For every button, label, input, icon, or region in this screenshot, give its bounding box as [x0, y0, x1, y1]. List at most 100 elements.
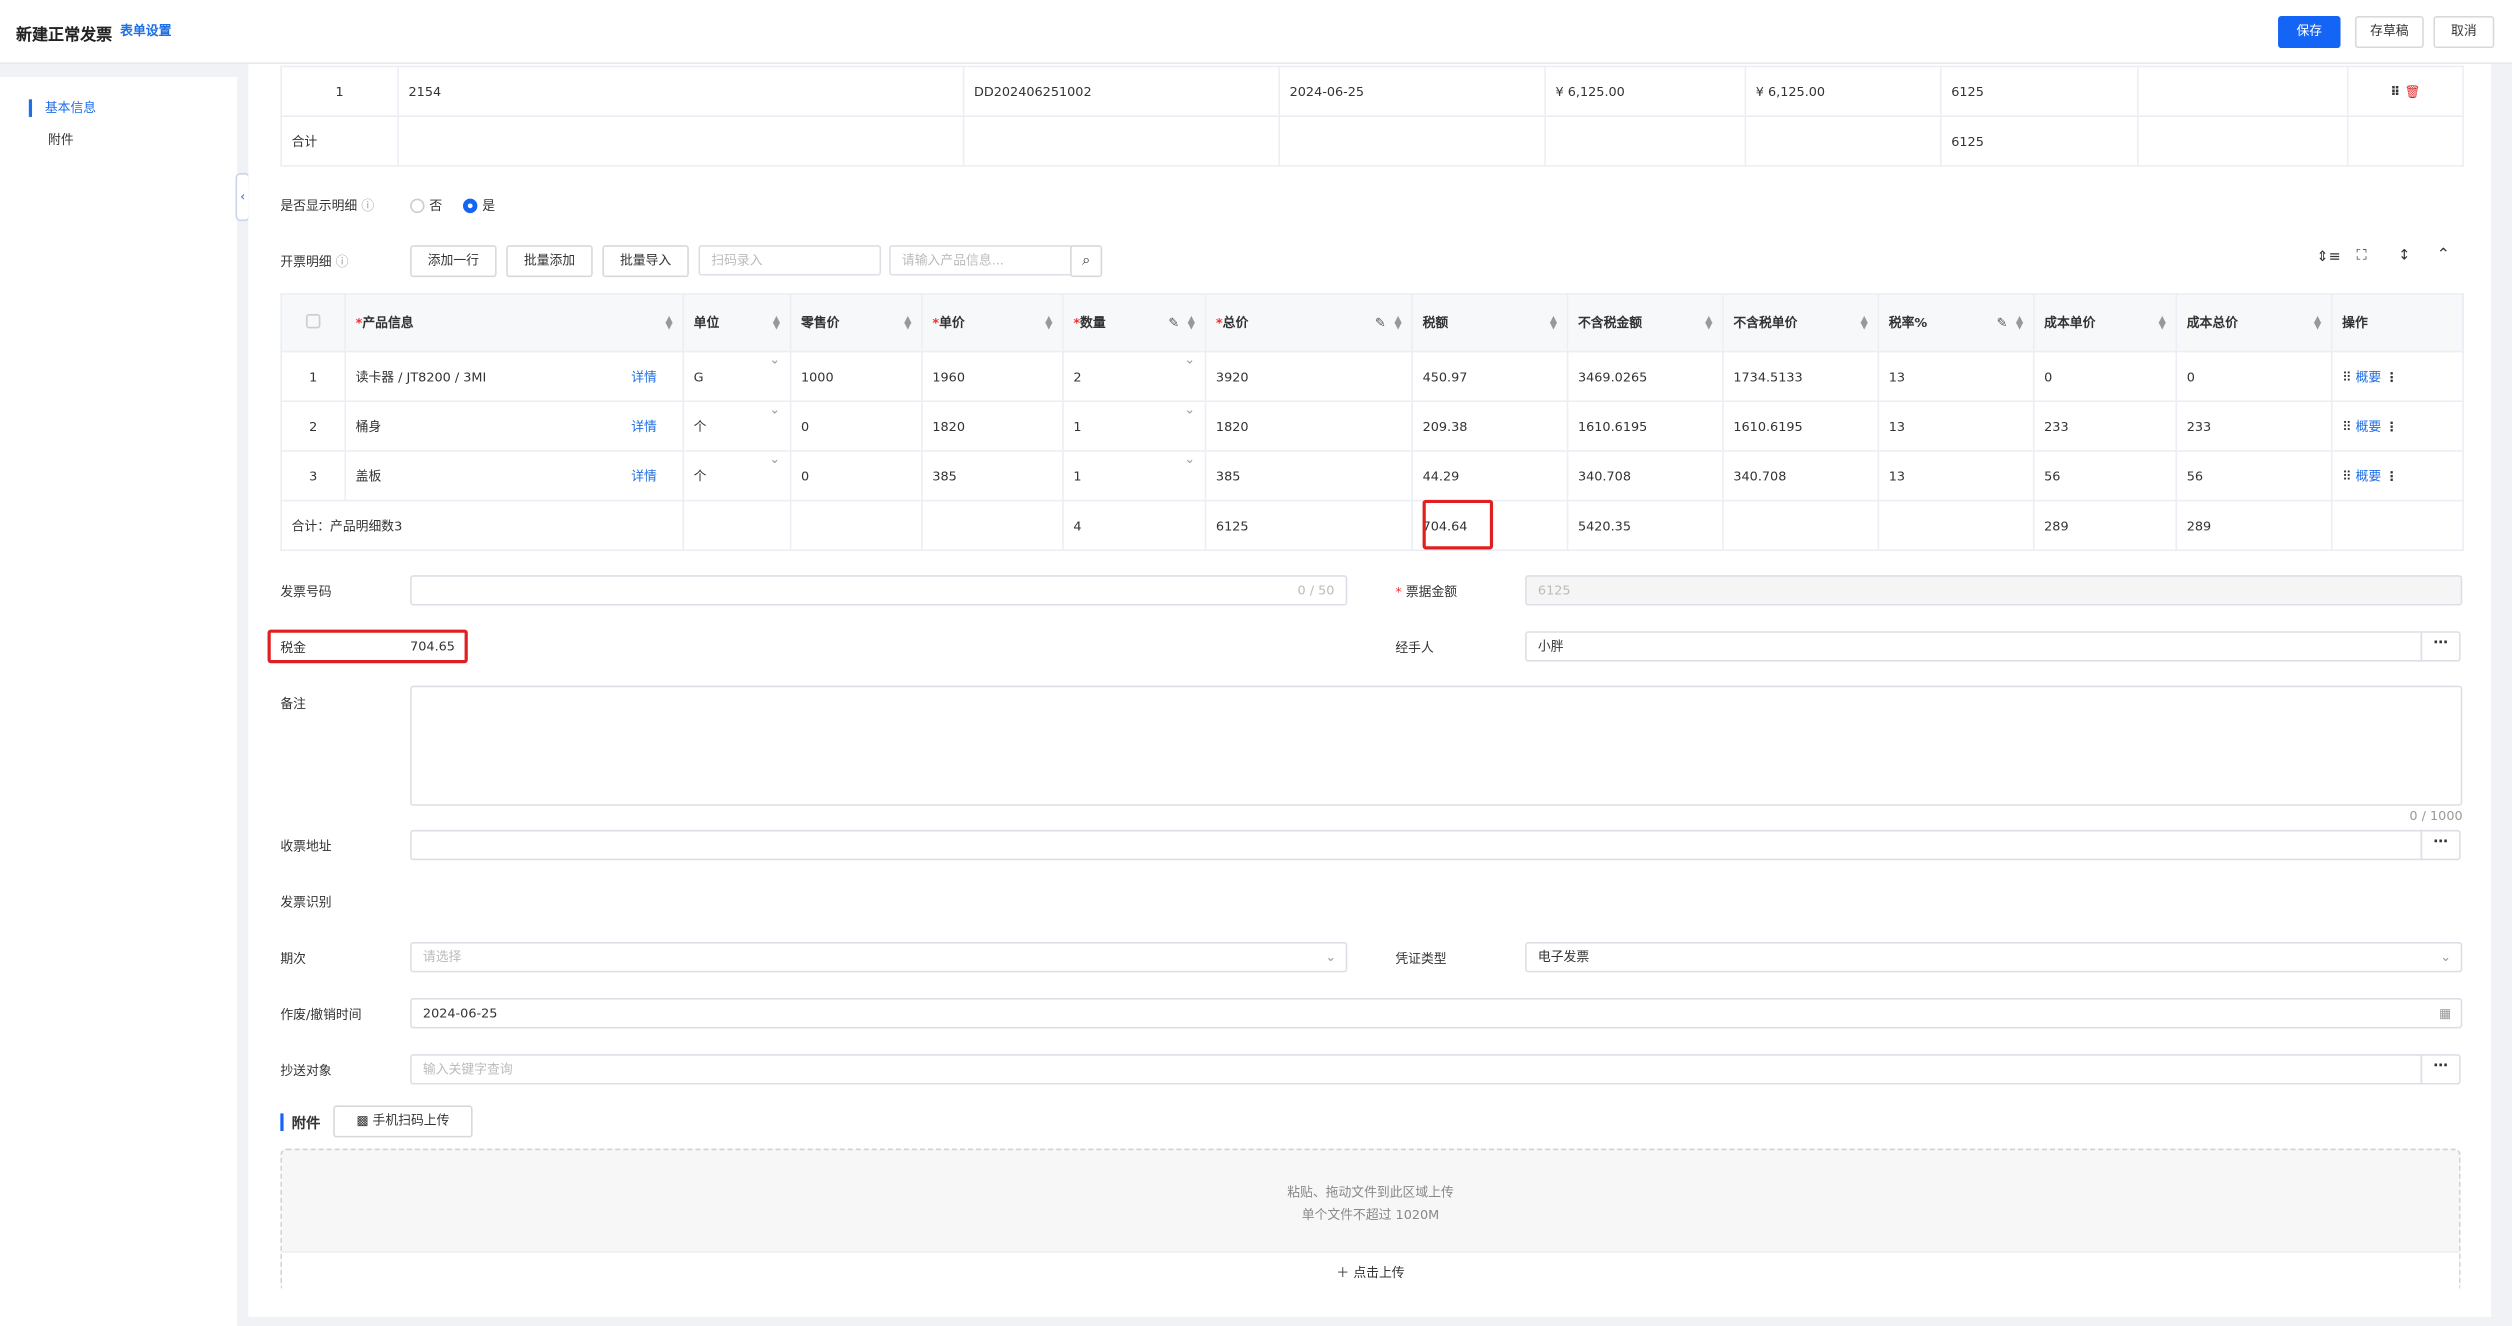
price-cell[interactable]: 1960 [921, 350, 1064, 403]
nav-item-attachments[interactable]: 附件 [48, 131, 74, 149]
product-cell[interactable]: 盖板 详情 [344, 450, 685, 502]
cc-input[interactable]: 输入关键字查询 [410, 1054, 2423, 1085]
more-icon[interactable]: ⋯ [2420, 829, 2461, 861]
rate-cell[interactable]: 13 [1877, 450, 2035, 502]
product-search-input[interactable]: 请输入产品信息... [889, 245, 1072, 276]
vertical-resize-icon[interactable]: ↕ [2398, 248, 2410, 264]
header-unit[interactable]: 单位 ▲ ▼ [682, 293, 792, 353]
header-total[interactable]: *总价 ✎ ▲ ▼ [1204, 293, 1413, 353]
batch-import-button[interactable]: 批量导入 [602, 245, 689, 278]
form-settings-link[interactable]: 表单设置 [120, 22, 171, 40]
summary-link[interactable]: 概要 [2356, 419, 2382, 433]
header-qty[interactable]: *数量 ✎ ▲ ▼ [1062, 293, 1207, 353]
sort-icon: ▲ ▼ [2015, 313, 2024, 331]
header-tax[interactable]: 税额 ▲ ▼ [1411, 293, 1569, 353]
more-vertical-icon[interactable]: ⋮ [2385, 369, 2398, 383]
price-cell[interactable]: 385 [921, 450, 1064, 502]
row-actions: ⠿ 概要 ⋮ [2330, 450, 2464, 502]
total-cell[interactable]: 385 [1204, 450, 1413, 502]
show-detail-no[interactable]: 否 [410, 197, 442, 215]
header-rate[interactable]: 税率% ✎ ▲ ▼ [1877, 293, 2035, 353]
side-nav: 基本信息 附件 [0, 76, 238, 1326]
more-icon[interactable]: ⋯ [2420, 1054, 2461, 1085]
radio-icon[interactable] [410, 198, 425, 214]
row-height-icon[interactable]: ⇕≡ [2316, 250, 2340, 266]
total-cell[interactable]: 1820 [1204, 400, 1413, 452]
drag-handle-icon[interactable]: ⠿ [2342, 369, 2351, 383]
more-vertical-icon[interactable]: ⋮ [2385, 469, 2398, 483]
upload-dropzone[interactable]: 粘贴、拖动文件到此区域上传 单个文件不超过 1020M ＋ 点击上传 [280, 1148, 2461, 1292]
price-cell[interactable]: 1820 [921, 400, 1064, 452]
header-price[interactable]: *单价 ▲ ▼ [921, 293, 1064, 353]
table-header-row: *产品信息 ▲ ▼ 单位 ▲ ▼ 零售价 ▲ ▼ *单价 ▲ ▼ *数量 ✎ ▲ ▼ *总价 ✎ ▲ ▼ 税… [280, 293, 2464, 353]
period-label: 期次 [280, 951, 306, 967]
header-ex-price[interactable]: 不含税单价 ▲ ▼ [1722, 293, 1880, 353]
drag-handle-icon[interactable]: ⠿ [2390, 84, 2400, 98]
remark-textarea[interactable] [410, 685, 2463, 806]
rate-cell[interactable]: 13 [1877, 350, 2035, 403]
unit-select[interactable]: G ⌄ [682, 350, 792, 403]
total-cell[interactable]: 3920 [1204, 350, 1413, 403]
source-total: 6125 [1940, 65, 2139, 117]
retail-cell[interactable]: 0 [789, 450, 923, 502]
radio-checked-icon[interactable] [462, 198, 478, 214]
more-icon[interactable]: ⋯ [2420, 631, 2461, 662]
header-retail[interactable]: 零售价 ▲ ▼ [789, 293, 923, 353]
row-number: 1 [280, 65, 399, 117]
select-all-checkbox[interactable] [280, 293, 347, 353]
drag-handle-icon[interactable]: ⠿ [2342, 419, 2351, 433]
detail-link[interactable]: 详情 [631, 368, 657, 386]
summary-link[interactable]: 概要 [2356, 369, 2382, 383]
invoice-no-input[interactable]: 0 / 50 [410, 575, 1348, 606]
voucher-select[interactable]: 电子发票 ⌄ [1525, 941, 2463, 973]
summary-link[interactable]: 概要 [2356, 469, 2382, 483]
qty-select[interactable]: 2 ⌄ [1062, 350, 1207, 403]
save-button[interactable]: 保存 [2278, 16, 2341, 49]
sort-icon: ▲ ▼ [665, 313, 673, 331]
order-link[interactable]: DD202406251002 [962, 65, 1280, 117]
period-select[interactable]: 请选择 ⌄ [410, 941, 1348, 973]
product-cell[interactable]: 桶身 详情 [344, 400, 685, 452]
retail-cell[interactable]: 1000 [789, 350, 923, 403]
search-icon[interactable]: ⌕ [1070, 245, 1103, 278]
header-cost-total[interactable]: 成本总价 ▲ ▼ [2175, 293, 2333, 353]
delete-icon[interactable]: 🗑 [2404, 84, 2420, 98]
row-number: 1 [280, 350, 347, 403]
show-detail-yes[interactable]: 是 [462, 197, 495, 215]
ex-price-cell: 1734.5133 [1722, 350, 1880, 403]
row-actions: ⠿ 概要 ⋮ [2330, 400, 2464, 452]
nav-item-basic-info[interactable]: 基本信息 [28, 99, 96, 117]
chevron-down-icon: ⌄ [769, 352, 781, 367]
qty-select[interactable]: 1 ⌄ [1062, 450, 1207, 502]
summary-qty: 4 [1062, 499, 1207, 552]
unit-select[interactable]: 个 ⌄ [682, 400, 792, 452]
save-draft-button[interactable]: 存草稿 [2354, 16, 2424, 49]
rate-cell[interactable]: 13 [1877, 400, 2035, 452]
retail-cell[interactable]: 0 [789, 400, 923, 452]
cc-label: 抄送对象 [280, 1063, 332, 1079]
upload-button[interactable]: ＋ 点击上传 [281, 1251, 2460, 1292]
batch-add-button[interactable]: 批量添加 [506, 245, 593, 278]
source-amount: ¥ 6,125.00 [1544, 65, 1747, 117]
summary-total: 6125 [1204, 499, 1413, 552]
void-time-picker[interactable]: 2024-06-25 ▦ [410, 998, 2463, 1029]
unit-select[interactable]: 个 ⌄ [682, 450, 792, 502]
scan-upload-button[interactable]: ▩ 手机扫码上传 [333, 1105, 473, 1138]
scan-input[interactable]: 扫码录入 [698, 245, 882, 276]
header-ex-amount[interactable]: 不含税金额 ▲ ▼ [1566, 293, 1724, 353]
drag-handle-icon[interactable]: ⠿ [2342, 469, 2351, 483]
address-input[interactable] [410, 829, 2423, 861]
header-cost-price[interactable]: 成本单价 ▲ ▼ [2032, 293, 2178, 353]
table-row: 1 读卡器 / JT8200 / 3MI 详情 G ⌄ 1000 1960 2 ⌄ 3… [280, 350, 2464, 403]
header-product[interactable]: *产品信息 ▲ ▼ [344, 293, 685, 353]
detail-link[interactable]: 详情 [631, 467, 657, 485]
more-vertical-icon[interactable]: ⋮ [2385, 419, 2398, 433]
collapse-up-icon[interactable]: ⌃ [2437, 247, 2450, 265]
handler-input[interactable]: 小胖 [1525, 631, 2423, 662]
qty-select[interactable]: 1 ⌄ [1062, 400, 1207, 452]
cancel-button[interactable]: 取消 [2433, 16, 2495, 49]
fullscreen-icon[interactable]: ⛶ [2357, 248, 2367, 264]
add-row-button[interactable]: 添加一行 [410, 245, 497, 278]
product-cell[interactable]: 读卡器 / JT8200 / 3MI 详情 [344, 350, 685, 403]
detail-link[interactable]: 详情 [631, 417, 657, 435]
